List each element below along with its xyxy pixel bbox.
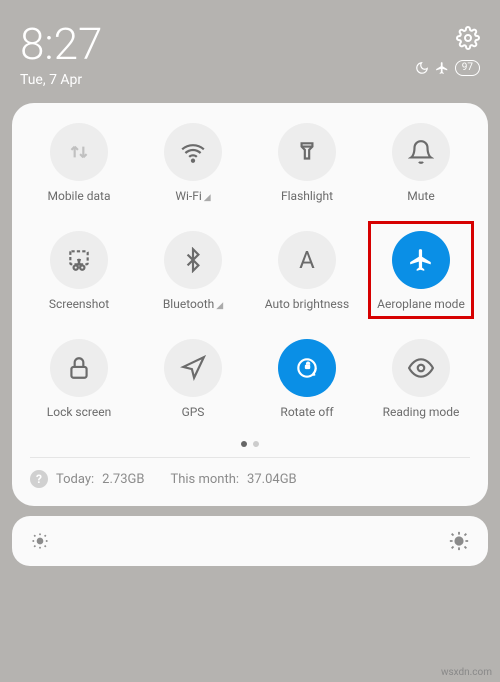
- settings-button[interactable]: [456, 26, 480, 50]
- auto-brightness-icon: A: [299, 246, 315, 274]
- quick-settings-panel: Mobile data Wi-Fi◢ Flashlight Mute Scree…: [12, 103, 488, 506]
- tile-label: Lock screen: [47, 405, 111, 419]
- tile-label: Auto brightness: [265, 297, 349, 311]
- tile-lock-screen[interactable]: Lock screen: [22, 339, 136, 419]
- tile-wifi[interactable]: Wi-Fi◢: [136, 123, 250, 203]
- status-bar: 8:27 Tue, 7 Apr 97: [0, 0, 500, 93]
- tile-reading-mode[interactable]: Reading mode: [364, 339, 478, 419]
- tile-label: Reading mode: [383, 405, 460, 419]
- page-dot: [253, 441, 259, 447]
- navigation-icon: [180, 355, 206, 381]
- usage-today-label: Today:: [56, 472, 94, 487]
- tile-label: Wi-Fi◢: [175, 189, 210, 203]
- tile-label: Bluetooth◢: [163, 297, 223, 311]
- tile-flashlight[interactable]: Flashlight: [250, 123, 364, 203]
- mobile-data-icon: [66, 139, 92, 165]
- clock-time: 8:27: [20, 18, 102, 70]
- usage-month-value: 37.04GB: [247, 472, 297, 487]
- tile-label: Rotate off: [280, 405, 333, 419]
- data-usage-row[interactable]: ? Today: 2.73GB This month: 37.04GB: [22, 458, 478, 496]
- brightness-slider[interactable]: [12, 516, 488, 566]
- page-indicator: [22, 441, 478, 447]
- page-dot: [241, 441, 247, 447]
- tile-label: Screenshot: [49, 297, 109, 311]
- tile-aeroplane-mode[interactable]: Aeroplane mode: [364, 231, 478, 311]
- wifi-icon: [180, 139, 206, 165]
- rotate-lock-icon: [294, 355, 320, 381]
- tile-label: Aeroplane mode: [377, 297, 465, 311]
- flashlight-icon: [294, 139, 320, 165]
- quick-settings-grid: Mobile data Wi-Fi◢ Flashlight Mute Scree…: [22, 123, 478, 419]
- tile-auto-brightness[interactable]: A Auto brightness: [250, 231, 364, 311]
- tile-rotate-off[interactable]: Rotate off: [250, 339, 364, 419]
- status-icons: 97: [415, 60, 480, 76]
- scissors-icon: [66, 247, 92, 273]
- eye-icon: [408, 355, 434, 381]
- clock-date: Tue, 7 Apr: [20, 72, 102, 88]
- tile-screenshot[interactable]: Screenshot: [22, 231, 136, 311]
- airplane-icon: [408, 247, 434, 273]
- battery-indicator: 97: [455, 60, 480, 76]
- tile-bluetooth[interactable]: Bluetooth◢: [136, 231, 250, 311]
- tile-label: Mute: [407, 189, 434, 203]
- tile-label: Mobile data: [48, 189, 111, 203]
- brightness-high-icon: [448, 530, 470, 552]
- info-icon: ?: [30, 470, 48, 488]
- tile-label: Flashlight: [281, 189, 333, 203]
- airplane-status-icon: [435, 61, 449, 75]
- watermark: wsxdn.com: [441, 667, 492, 678]
- brightness-low-icon: [30, 531, 50, 551]
- usage-today-value: 2.73GB: [102, 472, 144, 487]
- tile-gps[interactable]: GPS: [136, 339, 250, 419]
- lock-icon: [66, 355, 92, 381]
- bluetooth-icon: [180, 247, 206, 273]
- bell-icon: [408, 139, 434, 165]
- tile-label: GPS: [182, 405, 205, 419]
- dnd-moon-icon: [415, 61, 429, 75]
- gear-icon: [456, 26, 480, 50]
- tile-mute[interactable]: Mute: [364, 123, 478, 203]
- usage-month-label: This month:: [170, 472, 239, 487]
- tile-mobile-data[interactable]: Mobile data: [22, 123, 136, 203]
